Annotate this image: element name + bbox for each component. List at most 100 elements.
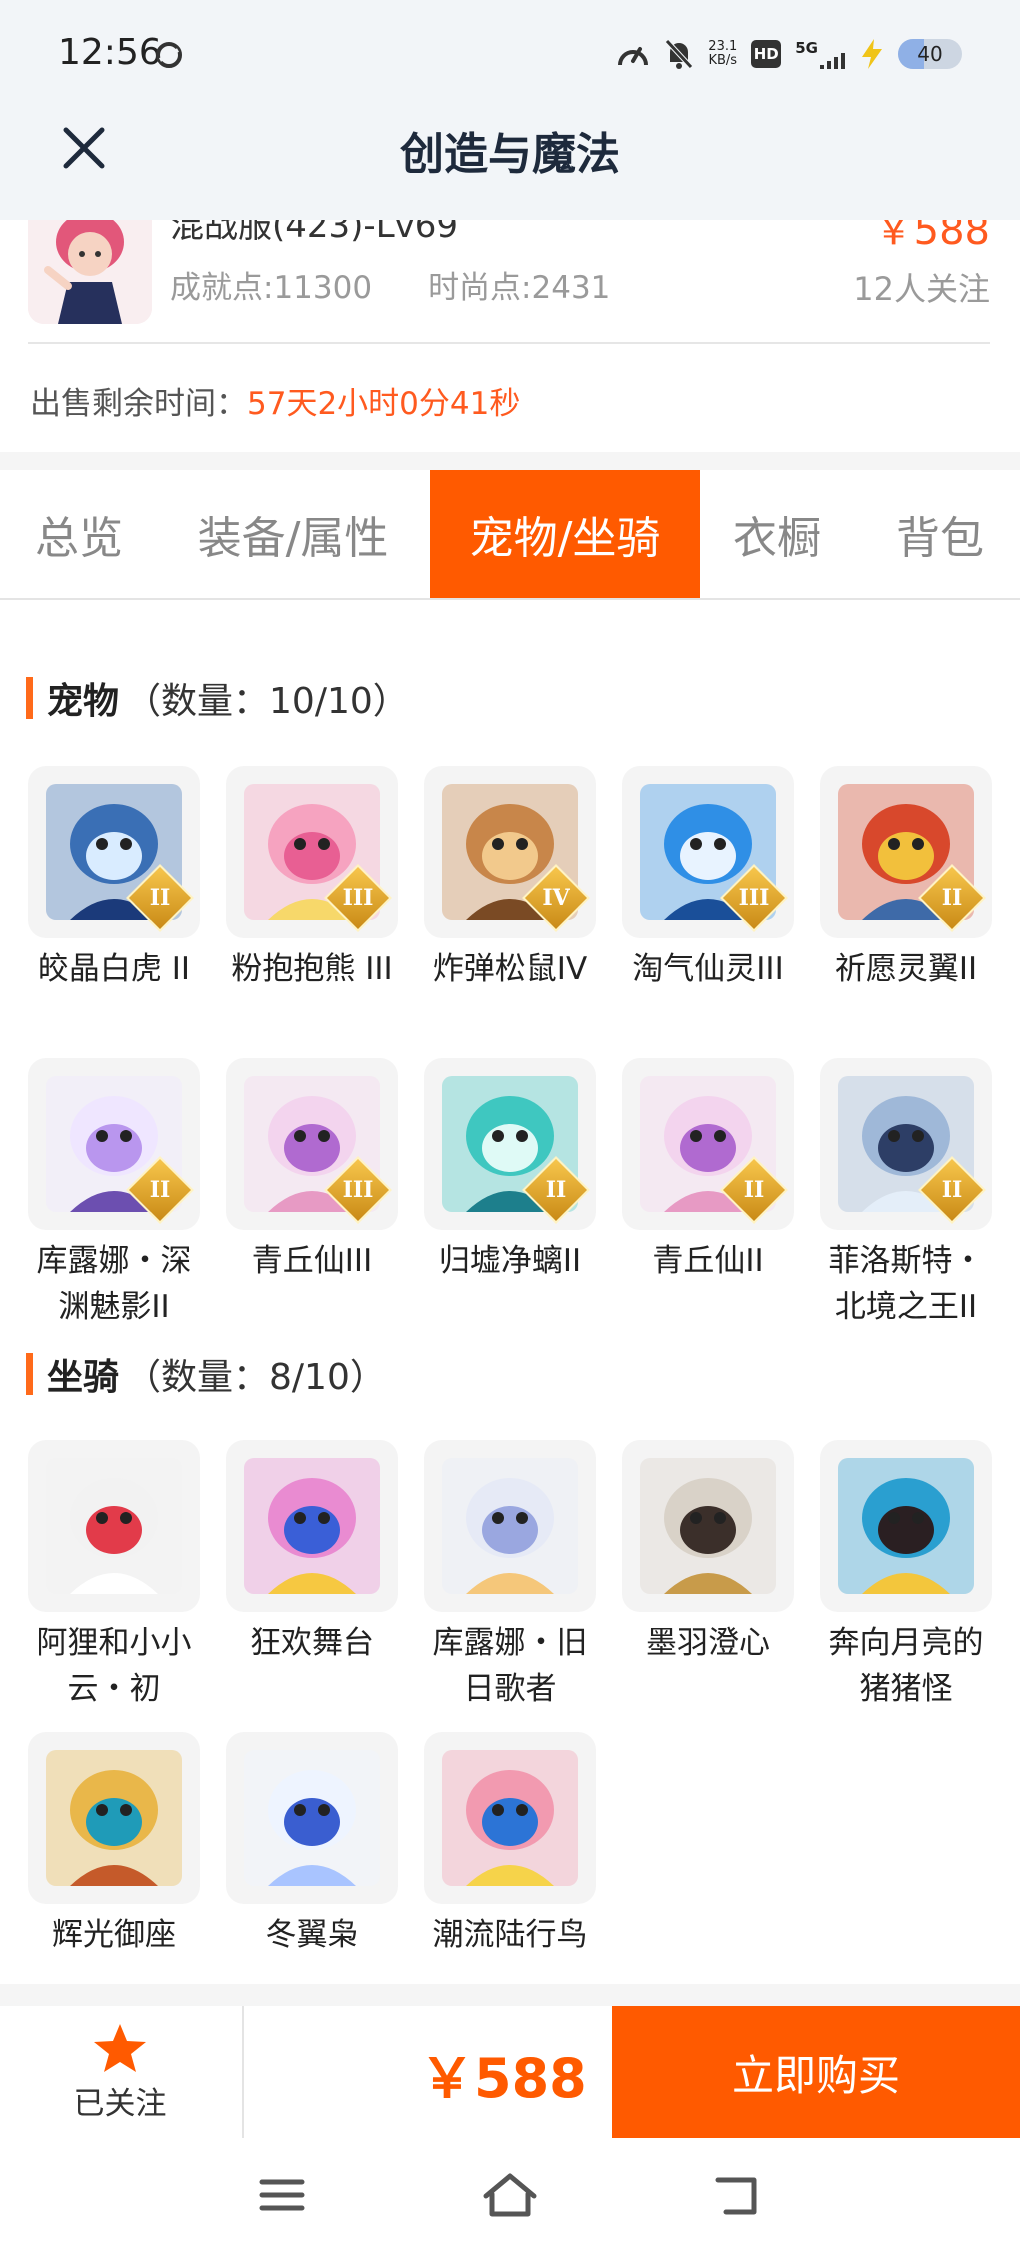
- status-time: 12:56: [58, 32, 162, 73]
- net-speed-unit: KB/s: [708, 53, 738, 68]
- sale-time-value: 57天2小时0分41秒: [247, 386, 521, 422]
- pet-name: 炸弹松鼠IV: [432, 951, 588, 987]
- item-artwork: [640, 1458, 776, 1594]
- pet-item[interactable]: II 祈愿灵翼II: [820, 766, 992, 992]
- item-artwork: [46, 1750, 182, 1886]
- star-icon: [94, 2024, 146, 2072]
- mount-item[interactable]: 狂欢舞台: [226, 1440, 398, 1666]
- mount-item[interactable]: 冬翼枭: [226, 1732, 398, 1958]
- back-icon[interactable]: [708, 2170, 768, 2220]
- tier-label: III: [342, 885, 374, 911]
- follower-count: 12人关注: [853, 270, 990, 308]
- pet-item[interactable]: II 菲洛斯特・北境之王II: [820, 1058, 992, 1330]
- menu-icon[interactable]: [252, 2170, 312, 2220]
- pet-item[interactable]: II 归墟净螭II: [424, 1058, 596, 1284]
- follow-button[interactable]: 已关注: [30, 2022, 210, 2132]
- pet-thumbnail: III: [226, 766, 398, 938]
- mount-item[interactable]: 辉光御座: [28, 1732, 200, 1958]
- action-bar: 已关注 ￥588 立即购买: [0, 2006, 1020, 2138]
- top-area: 12:56 23.1 KB/s HD 5G 40 创造与魔法: [0, 0, 1020, 220]
- mount-thumbnail: [424, 1440, 596, 1612]
- pet-name: 皎晶白虎 II: [37, 951, 191, 987]
- pet-item[interactable]: III 淘气仙灵III: [622, 766, 794, 992]
- pet-item[interactable]: II 皎晶白虎 II: [28, 766, 200, 992]
- item-artwork: [244, 1458, 380, 1594]
- fashion-points: 时尚点:2431: [428, 270, 611, 306]
- mount-name: 狂欢舞台: [250, 1625, 374, 1661]
- pet-thumbnail: II: [820, 766, 992, 938]
- bell-muted-icon: [665, 39, 694, 69]
- pet-thumbnail: III: [226, 1058, 398, 1230]
- mount-item[interactable]: 墨羽澄心: [622, 1440, 794, 1666]
- stat-line: 成就点:11300 时尚点:2431: [170, 262, 610, 307]
- total-price: ￥588: [420, 2047, 587, 2110]
- tier-label: IV: [542, 885, 570, 911]
- pet-item[interactable]: III 青丘仙III: [226, 1058, 398, 1284]
- pets-title: 宠物: [47, 681, 120, 722]
- tab-overview[interactable]: 总览: [0, 470, 158, 598]
- title-bar: 创造与魔法: [0, 110, 1020, 220]
- section-accent-bar: [26, 677, 33, 719]
- signal-5g: 5G: [795, 39, 846, 69]
- pet-name: 菲洛斯特・北境之王II: [828, 1243, 984, 1325]
- battery-level: 40: [917, 42, 943, 66]
- pet-name: 粉抱抱熊 III: [231, 951, 393, 987]
- mount-name: 辉光御座: [52, 1917, 176, 1953]
- tier-label: II: [941, 885, 963, 911]
- mount-thumbnail: [424, 1732, 596, 1904]
- pet-item[interactable]: IV 炸弹松鼠IV: [424, 766, 596, 992]
- tab-pets-mounts[interactable]: 宠物/坐骑: [430, 470, 700, 598]
- mount-item[interactable]: 库露娜・旧日歌者: [424, 1440, 596, 1712]
- mount-thumbnail: [226, 1732, 398, 1904]
- signal-bars-icon: [820, 53, 845, 69]
- item-artwork: [46, 1458, 182, 1594]
- mount-item[interactable]: 潮流陆行鸟: [424, 1732, 596, 1958]
- tier-label: II: [149, 885, 171, 911]
- mount-item[interactable]: 阿狸和小小云・初: [28, 1440, 200, 1712]
- pet-thumbnail: II: [28, 766, 200, 938]
- net-speed: 23.1 KB/s: [708, 40, 737, 68]
- mount-name: 墨羽澄心: [646, 1625, 770, 1661]
- pet-thumbnail: II: [622, 1058, 794, 1230]
- pet-item[interactable]: II 库露娜・深渊魅影II: [28, 1058, 200, 1330]
- tab-backpack[interactable]: 背包: [870, 470, 1010, 598]
- achievement-points: 成就点:11300: [170, 270, 373, 306]
- pets-count: （数量：10/10）: [125, 681, 409, 722]
- pet-thumbnail: II: [424, 1058, 596, 1230]
- pet-item[interactable]: II 青丘仙II: [622, 1058, 794, 1284]
- mounts-count: （数量：8/10）: [125, 1357, 386, 1398]
- sync-icon: [156, 42, 182, 68]
- home-icon[interactable]: [480, 2170, 540, 2220]
- item-artwork: [442, 1458, 578, 1594]
- pets-section-title: 宠物 （数量：10/10）: [26, 676, 409, 722]
- speed-gauge-icon: [618, 47, 649, 66]
- item-artwork: [442, 1750, 578, 1886]
- tab-equipment[interactable]: 装备/属性: [168, 470, 418, 598]
- tier-label: II: [149, 1177, 171, 1203]
- follow-label: 已关注: [73, 2086, 167, 2122]
- divider: [28, 342, 990, 344]
- mount-item[interactable]: 奔向月亮的猪猪怪: [820, 1440, 992, 1712]
- mount-thumbnail: [28, 1440, 200, 1612]
- tab-wardrobe[interactable]: 衣橱: [712, 470, 842, 598]
- mounts-section-title: 坐骑 （数量：8/10）: [26, 1352, 386, 1398]
- tier-label: III: [738, 885, 770, 911]
- pet-thumbnail: II: [28, 1058, 200, 1230]
- tab-bar: 总览 装备/属性 宠物/坐骑 衣橱 背包: [0, 470, 1020, 600]
- pet-name: 祈愿灵翼II: [834, 951, 978, 987]
- system-nav-bar: [0, 2138, 1020, 2255]
- battery-indicator: 40: [898, 39, 962, 69]
- mount-name: 潮流陆行鸟: [432, 1917, 588, 1953]
- tier-label: II: [545, 1177, 567, 1203]
- section-gap: [0, 452, 1020, 470]
- pet-item[interactable]: III 粉抱抱熊 III: [226, 766, 398, 992]
- pet-name: 淘气仙灵III: [632, 951, 784, 987]
- mount-thumbnail: [622, 1440, 794, 1612]
- buy-now-button[interactable]: 立即购买: [612, 2006, 1020, 2138]
- pet-name: 归墟净螭II: [438, 1243, 582, 1279]
- page-title: 创造与魔法: [400, 129, 620, 180]
- mount-thumbnail: [820, 1440, 992, 1612]
- status-icons: 23.1 KB/s HD 5G 40: [616, 36, 962, 72]
- hd-badge: HD: [751, 40, 782, 68]
- tier-label: II: [941, 1177, 963, 1203]
